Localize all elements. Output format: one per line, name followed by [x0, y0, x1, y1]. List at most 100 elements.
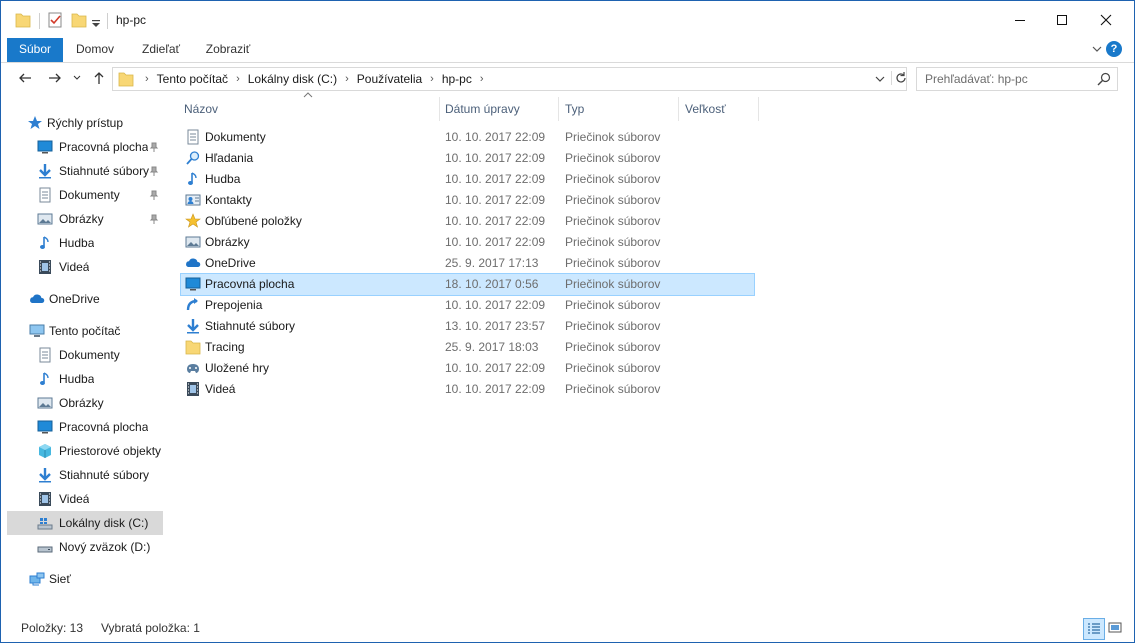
up-button[interactable]	[90, 69, 108, 87]
arrow-right-icon	[49, 73, 61, 83]
nav-pc-videos[interactable]: Videá	[7, 487, 163, 511]
breadcrumb-chevron-icon[interactable]: ›	[422, 73, 442, 85]
large-icons-view-button[interactable]	[1105, 618, 1125, 638]
table-row[interactable]: Dokumenty 10. 10. 2017 22:09 Priečinok s…	[181, 127, 754, 148]
close-button[interactable]	[1083, 1, 1129, 38]
nav-label: Obrázky	[59, 212, 104, 226]
table-row-selected[interactable]: Pracovná plocha 18. 10. 2017 0:56 Prieči…	[180, 273, 755, 296]
table-row[interactable]: Tracing 25. 9. 2017 18:03 Priečinok súbo…	[181, 337, 754, 358]
tab-file[interactable]: Súbor	[7, 38, 63, 62]
column-header-name[interactable]: Názov	[184, 97, 434, 121]
customize-toolbar-dropdown-icon[interactable]	[91, 15, 101, 33]
breadcrumb-chevron-icon[interactable]: ›	[137, 73, 157, 85]
file-type: Priečinok súborov	[565, 319, 661, 333]
table-row[interactable]: Videá 10. 10. 2017 22:09 Priečinok súbor…	[181, 379, 754, 400]
address-history-dropdown-icon[interactable]	[874, 73, 886, 85]
maximize-icon	[1057, 14, 1067, 25]
refresh-icon[interactable]	[891, 71, 908, 85]
breadcrumb-this-pc[interactable]: Tento počítač	[157, 72, 228, 86]
properties-icon[interactable]	[47, 11, 63, 29]
breadcrumb-users[interactable]: Používatelia	[357, 72, 422, 86]
details-view-button[interactable]	[1083, 618, 1105, 640]
new-folder-icon[interactable]	[71, 11, 87, 29]
nav-quick-desktop[interactable]: Pracovná plocha	[7, 135, 163, 159]
file-date: 10. 10. 2017 22:09	[445, 214, 546, 228]
column-header-type[interactable]: Typ	[565, 97, 675, 121]
file-type: Priečinok súborov	[565, 298, 661, 312]
table-row[interactable]: Uložené hry 10. 10. 2017 22:09 Priečinok…	[181, 358, 754, 379]
table-row[interactable]: Prepojenia 10. 10. 2017 22:09 Priečinok …	[181, 295, 754, 316]
pin-icon[interactable]	[149, 190, 159, 200]
tab-home[interactable]: Domov	[67, 38, 123, 62]
pin-icon[interactable]	[149, 166, 159, 176]
column-divider[interactable]	[439, 97, 440, 121]
nav-pc-local-disk-c[interactable]: Lokálny disk (C:)	[7, 511, 163, 535]
file-date: 25. 9. 2017 18:03	[445, 340, 539, 354]
help-icon[interactable]: ?	[1106, 41, 1122, 57]
tab-view[interactable]: Zobraziť	[197, 38, 259, 62]
nav-label: Sieť	[49, 572, 71, 586]
nav-pc-music[interactable]: Hudba	[7, 367, 163, 391]
nav-onedrive[interactable]: OneDrive	[7, 287, 163, 311]
breadcrumb-chevron-icon[interactable]: ›	[472, 73, 492, 85]
nav-quick-access[interactable]: Rýchly prístup	[7, 111, 163, 135]
nav-pc-desktop[interactable]: Pracovná plocha	[7, 415, 163, 439]
nav-pc-3d-objects[interactable]: Priestorové objekty	[7, 439, 163, 463]
pin-icon[interactable]	[149, 214, 159, 224]
breadcrumb-local-disk[interactable]: Lokálny disk (C:)	[248, 72, 337, 86]
table-row[interactable]: OneDrive 25. 9. 2017 17:13 Priečinok súb…	[181, 253, 754, 274]
expand-ribbon-icon[interactable]	[1091, 43, 1103, 55]
table-row[interactable]: Kontakty 10. 10. 2017 22:09 Priečinok sú…	[181, 190, 754, 211]
breadcrumb-chevron-icon[interactable]: ›	[228, 73, 248, 85]
file-name: Dokumenty	[205, 130, 266, 144]
nav-label: OneDrive	[49, 292, 100, 306]
nav-this-pc[interactable]: Tento počítač	[7, 319, 163, 343]
status-bar: Položky: 13 Vybratá položka: 1	[1, 614, 1134, 642]
tab-share[interactable]: Zdieľať	[131, 38, 191, 62]
table-row[interactable]: Stiahnuté súbory 13. 10. 2017 23:57 Prie…	[181, 316, 754, 337]
column-divider[interactable]	[558, 97, 559, 121]
pictures-icon	[37, 397, 53, 409]
nav-pc-new-volume-d[interactable]: Nový zväzok (D:)	[7, 535, 163, 559]
search-input[interactable]: Prehľadávať: hp-pc	[916, 67, 1118, 91]
breadcrumb-hp-pc[interactable]: hp-pc	[442, 72, 472, 86]
nav-quick-documents[interactable]: Dokumenty	[7, 183, 163, 207]
nav-quick-videos[interactable]: Videá	[7, 255, 163, 279]
table-row[interactable]: Obľúbené položky 10. 10. 2017 22:09 Prie…	[181, 211, 754, 232]
minimize-button[interactable]	[997, 1, 1043, 38]
file-type: Priečinok súborov	[565, 193, 661, 207]
forward-button[interactable]	[46, 69, 64, 87]
folder-icon	[185, 340, 201, 355]
folder-icon	[15, 13, 31, 28]
nav-pc-downloads[interactable]: Stiahnuté súbory	[7, 463, 163, 487]
breadcrumb-chevron-icon[interactable]: ›	[337, 73, 357, 85]
nav-network[interactable]: Sieť	[7, 567, 163, 591]
nav-quick-pictures[interactable]: Obrázky	[7, 207, 163, 231]
computer-icon	[29, 324, 45, 337]
nav-pc-documents[interactable]: Dokumenty	[7, 343, 163, 367]
nav-pc-pictures[interactable]: Obrázky	[7, 391, 163, 415]
search-icon[interactable]	[1097, 72, 1111, 86]
column-divider[interactable]	[678, 97, 679, 121]
documents-icon	[39, 187, 51, 203]
column-header-date[interactable]: Dátum úpravy	[445, 97, 555, 121]
nav-label: Dokumenty	[59, 188, 120, 202]
download-icon	[39, 164, 51, 179]
explorer-window: hp-pc Súbor Domov Zdieľať Zobraziť ? › T…	[0, 0, 1135, 643]
back-button[interactable]	[16, 69, 34, 87]
documents-icon	[39, 347, 51, 363]
column-divider[interactable]	[758, 97, 759, 121]
nav-quick-downloads[interactable]: Stiahnuté súbory	[7, 159, 163, 183]
table-row[interactable]: Hudba 10. 10. 2017 22:09 Priečinok súbor…	[181, 169, 754, 190]
maximize-button[interactable]	[1039, 1, 1085, 38]
pin-icon[interactable]	[149, 142, 159, 152]
recent-locations-button[interactable]	[72, 69, 82, 87]
column-header-size[interactable]: Veľkosť	[685, 97, 755, 121]
nav-quick-music[interactable]: Hudba	[7, 231, 163, 255]
address-bar[interactable]: › Tento počítač › Lokálny disk (C:) › Po…	[112, 67, 907, 91]
file-type: Priečinok súborov	[565, 151, 661, 165]
table-row[interactable]: Obrázky 10. 10. 2017 22:09 Priečinok súb…	[181, 232, 754, 253]
table-row[interactable]: Hľadania 10. 10. 2017 22:09 Priečinok sú…	[181, 148, 754, 169]
close-icon	[1100, 14, 1112, 25]
favorites-icon	[185, 213, 201, 228]
